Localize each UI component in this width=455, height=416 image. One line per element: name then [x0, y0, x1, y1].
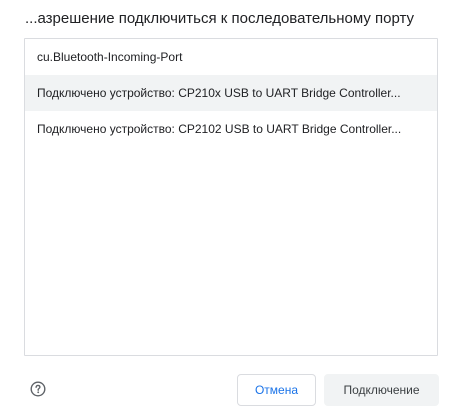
dialog-title: ...азрешение подключиться к последовател…	[25, 10, 415, 27]
list-item-label: Подключено устройство: CP210x USB to UAR…	[37, 86, 401, 100]
list-item-label: Подключено устройство: CP2102 USB to UAR…	[37, 122, 402, 136]
device-list[interactable]: cu.Bluetooth-Incoming-Port Подключено ус…	[24, 38, 438, 356]
list-item-label: cu.Bluetooth-Incoming-Port	[37, 50, 183, 64]
connect-button[interactable]: Подключение	[324, 374, 439, 406]
question-circle-icon[interactable]	[30, 381, 46, 397]
list-item-bluetooth-port[interactable]: cu.Bluetooth-Incoming-Port	[25, 39, 437, 75]
list-item-cp2102[interactable]: Подключено устройство: CP2102 USB to UAR…	[25, 111, 437, 147]
cancel-button[interactable]: Отмена	[237, 374, 316, 406]
list-item-cp210x[interactable]: Подключено устройство: CP210x USB to UAR…	[25, 75, 437, 111]
